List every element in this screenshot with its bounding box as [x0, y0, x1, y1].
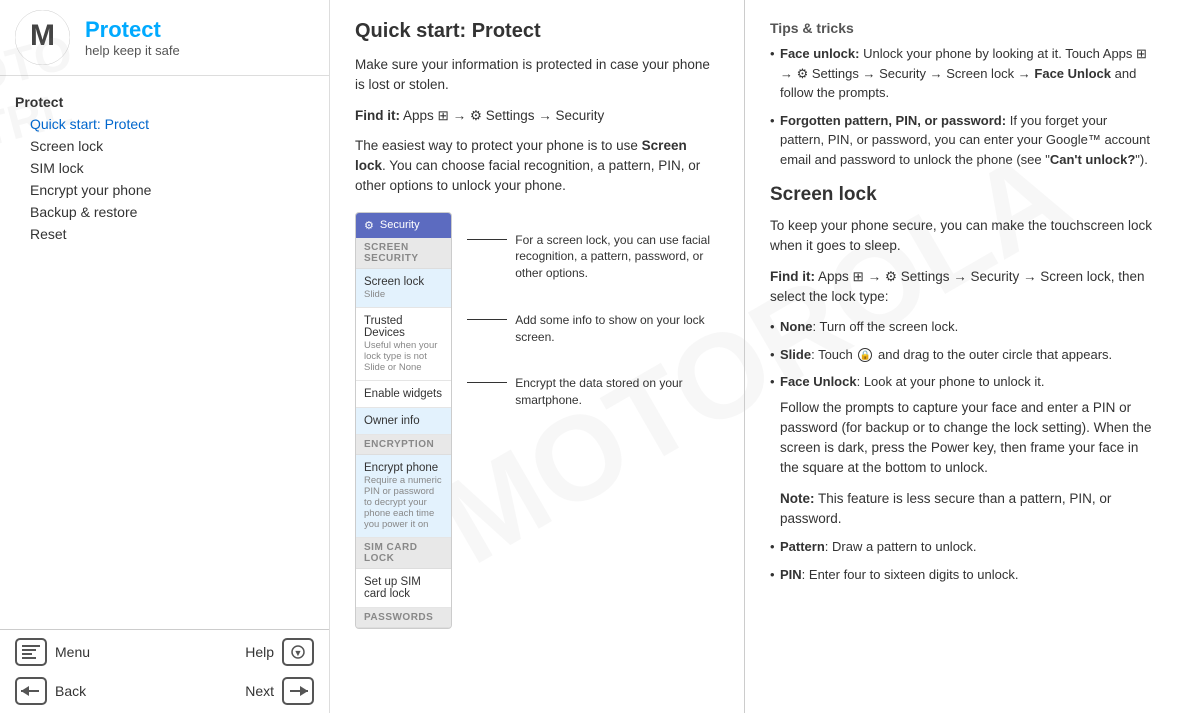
content-right: Tips & tricks Face unlock: Unlock your p…: [745, 0, 1178, 713]
note-box: Note: This feature is less secure than a…: [780, 489, 1153, 530]
sidebar-nav-content: Protect Quick start: Protect Screen lock…: [0, 76, 329, 629]
callout-line-2: [467, 319, 507, 320]
note-text: This feature is less secure than a patte…: [780, 491, 1111, 526]
tips-list: Face unlock: Unlock your phone by lookin…: [770, 44, 1153, 169]
encrypt-phone-sub: Require a numeric PIN or password to dec…: [364, 475, 443, 530]
sidebar-header: M Protect help keep it safe: [0, 0, 329, 76]
trusted-devices-title: Trusted Devices: [364, 315, 443, 339]
menu-button[interactable]: Menu: [10, 635, 165, 669]
settings-icon: ⚙: [364, 219, 374, 232]
content-left: Quick start: Protect Make sure your info…: [330, 0, 745, 713]
sidebar-item-backup[interactable]: Backup & restore: [10, 201, 319, 223]
tip-face-unlock-term: Face unlock:: [780, 46, 859, 61]
back-icon: [15, 677, 47, 705]
phone-screenshot: ⚙ Security SCREEN SECURITY Screen lock S…: [355, 212, 452, 629]
help-button[interactable]: Help ▼: [240, 635, 319, 669]
sidebar-item-protect[interactable]: Protect: [10, 91, 319, 113]
right-screen-lock-title: Screen lock: [770, 184, 1153, 206]
sidebar-item-encrypt[interactable]: Encrypt your phone: [10, 179, 319, 201]
trusted-devices-sub: Useful when your lock type is not Slide …: [364, 340, 443, 373]
tip-forgotten-term: Forgotten pattern, PIN, or password:: [780, 113, 1006, 128]
screen-lock-intro: To keep your phone secure, you can make …: [770, 216, 1153, 257]
encrypt-phone-row[interactable]: Encrypt phone Require a numeric PIN or p…: [356, 455, 451, 538]
bottom-nav-left: Menu Back: [10, 635, 165, 708]
app-subtitle: help keep it safe: [85, 43, 180, 58]
owner-info-row[interactable]: Owner info: [356, 408, 451, 435]
encryption-label: ENCRYPTION: [356, 435, 451, 455]
lock-type-pin: PIN: Enter four to sixteen digits to unl…: [770, 565, 1153, 585]
screenshot-area: ⚙ Security SCREEN SECURITY Screen lock S…: [355, 212, 719, 629]
note-label: Note:: [780, 491, 815, 506]
lock-type-none: None: Turn off the screen lock.: [770, 317, 1153, 337]
nav-section: Protect Quick start: Protect Screen lock…: [10, 91, 319, 245]
menu-label: Menu: [55, 644, 90, 660]
callout-3: Encrypt the data stored on your smartpho…: [467, 375, 719, 409]
sidebar-item-reset[interactable]: Reset: [10, 223, 319, 245]
encrypt-phone-title: Encrypt phone: [364, 462, 443, 474]
lock-type-face-unlock: Face Unlock: Look at your phone to unloc…: [770, 372, 1153, 529]
menu-icon: [15, 638, 47, 666]
next-button[interactable]: Next: [240, 674, 319, 708]
lock-types-list: None: Turn off the screen lock. Slide: T…: [770, 317, 1153, 584]
app-title: Protect: [85, 17, 180, 43]
find-it-label: Find it:: [355, 108, 400, 123]
help-icon: ▼: [282, 638, 314, 666]
bottom-nav-right: Help ▼ Next: [165, 635, 320, 708]
tip-forgotten: Forgotten pattern, PIN, or password: If …: [770, 111, 1153, 170]
find-it-left: Find it: Apps ⊞ → ⚙ Settings → Security: [355, 106, 719, 126]
motorola-logo: M: [15, 10, 70, 65]
sidebar-item-quick-start[interactable]: Quick start: Protect: [10, 113, 319, 135]
callout-text-3: Encrypt the data stored on your smartpho…: [515, 375, 719, 409]
sidebar-item-sim-lock[interactable]: SIM lock: [10, 157, 319, 179]
callout-line-3: [467, 382, 507, 383]
trusted-devices-row[interactable]: Trusted Devices Useful when your lock ty…: [356, 308, 451, 381]
set-sim-title: Set up SIM card lock: [364, 576, 443, 600]
callout-text-1: For a screen lock, you can use facial re…: [515, 232, 719, 282]
callout-text-2: Add some info to show on your lock scree…: [515, 312, 719, 346]
passwords-label: PASSWORDS: [356, 608, 451, 628]
screen-security-label: SCREEN SECURITY: [356, 238, 451, 269]
find-it-right-path: Apps ⊞ → ⚙ Settings → Security → Screen …: [770, 269, 1145, 304]
tips-title: Tips & tricks: [770, 20, 1153, 36]
svg-text:M: M: [30, 19, 55, 52]
screen-lock-title: Screen lock: [364, 276, 443, 288]
next-label: Next: [245, 683, 274, 699]
screen-lock-sub: Slide: [364, 289, 443, 300]
back-label: Back: [55, 683, 86, 699]
lock-icon: 🔒: [858, 348, 872, 362]
screenshot-header: ⚙ Security: [356, 213, 451, 238]
svg-text:▼: ▼: [294, 648, 303, 658]
sidebar-item-screen-lock[interactable]: Screen lock: [10, 135, 319, 157]
tip-face-unlock: Face unlock: Unlock your phone by lookin…: [770, 44, 1153, 103]
face-unlock-detail: Follow the prompts to capture your face …: [780, 398, 1153, 479]
lock-type-slide: Slide: Touch 🔒 and drag to the outer cir…: [770, 345, 1153, 365]
next-icon: [282, 677, 314, 705]
set-sim-row[interactable]: Set up SIM card lock: [356, 569, 451, 608]
intro-text: Make sure your information is protected …: [355, 55, 719, 96]
enable-widgets-title: Enable widgets: [364, 388, 443, 400]
screen-lock-row[interactable]: Screen lock Slide: [356, 269, 451, 308]
header-text: Protect help keep it safe: [85, 17, 180, 58]
find-it-right: Find it: Apps ⊞ → ⚙ Settings → Security …: [770, 267, 1153, 308]
left-section-title: Quick start: Protect: [355, 20, 719, 43]
lock-type-pattern: Pattern: Draw a pattern to unlock.: [770, 537, 1153, 557]
callout-lines: For a screen lock, you can use facial re…: [467, 212, 719, 440]
sim-lock-label: SIM CARD LOCK: [356, 538, 451, 569]
callout-2: Add some info to show on your lock scree…: [467, 312, 719, 346]
find-it-path-left: Apps ⊞ → ⚙ Settings → Security: [403, 108, 604, 123]
bottom-nav: Menu Back Help ▼ Next: [0, 629, 329, 713]
owner-info-title: Owner info: [364, 415, 443, 427]
enable-widgets-row[interactable]: Enable widgets: [356, 381, 451, 408]
main-content: MOTOROLA Quick start: Protect Make sure …: [330, 0, 1178, 713]
screenshot-header-title: Security: [380, 219, 420, 231]
callout-1: For a screen lock, you can use facial re…: [467, 232, 719, 282]
back-button[interactable]: Back: [10, 674, 165, 708]
help-label: Help: [245, 644, 274, 660]
find-it-right-label: Find it:: [770, 269, 815, 284]
callout-line-1: [467, 239, 507, 240]
sidebar: M Protect help keep it safe MOTO CTRL Pr…: [0, 0, 330, 713]
body-text-lock: The easiest way to protect your phone is…: [355, 136, 719, 197]
